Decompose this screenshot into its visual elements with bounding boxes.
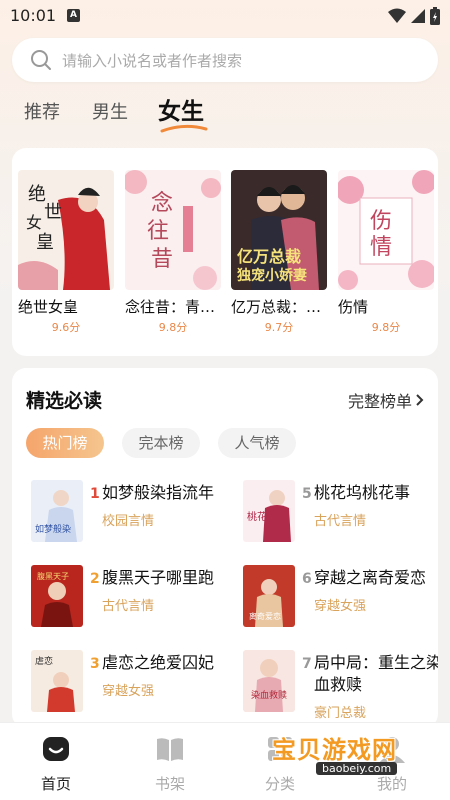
full-ranking-link[interactable]: 完整榜单 <box>348 388 424 412</box>
status-icons <box>388 7 440 25</box>
ranking-item[interactable]: 离奇爱恋 6 穿越之离奇爱恋 穿越女强 <box>238 565 438 635</box>
book-score: 9.6分 <box>51 321 81 334</box>
rank-number: 5 <box>302 486 312 502</box>
ranking-card: 精选必读 完整榜单 热门榜 完本榜 人气榜 如梦般染 1 如梦般染指流年 校园言… <box>12 368 438 728</box>
book-genre: 穿越女强 <box>314 599 367 614</box>
book-score: 9.8分 <box>158 321 188 334</box>
watermark-url: baobeiy.com <box>316 762 398 775</box>
svg-text:染血救赎: 染血救赎 <box>251 689 287 701</box>
book-name: 如梦般染指流年 <box>102 483 215 502</box>
book-score: 9.8分 <box>371 321 401 334</box>
svg-text:念: 念 <box>151 191 173 216</box>
featured-book[interactable]: 伤 情 伤情 9.8分 <box>338 170 434 335</box>
svg-text:离奇爱恋: 离奇爱恋 <box>249 611 281 621</box>
watermark: 宝贝游戏网 baobeiy.com <box>272 730 442 782</box>
book-genre: 豪门总裁 <box>314 706 367 721</box>
rank-number: 1 <box>90 486 100 502</box>
search-placeholder: 请输入小说名或者作者搜索 <box>62 51 243 70</box>
book-title: 念往昔：青… <box>125 298 216 316</box>
svg-text:皇: 皇 <box>36 232 54 253</box>
rank-number: 7 <box>302 656 312 672</box>
svg-text:独宠小娇妻: 独宠小娇妻 <box>237 267 307 284</box>
rank-number: 6 <box>302 571 312 587</box>
battery-icon <box>430 7 440 25</box>
svg-text:亿万总裁: 亿万总裁 <box>237 247 301 266</box>
svg-text:情: 情 <box>370 235 392 260</box>
book-name: 局中局：重生之染血救赎 <box>314 653 438 694</box>
featured-book[interactable]: 念 往 昔 念往昔：青… 9.8分 <box>125 170 221 335</box>
chevron-right-icon <box>416 394 424 406</box>
ranking-item[interactable]: 如梦般染 1 如梦般染指流年 校园言情 <box>26 480 232 550</box>
svg-text:桃花: 桃花 <box>247 510 267 523</box>
signal-icon <box>411 9 425 23</box>
book-name: 腹黑天子哪里跑 <box>102 568 215 587</box>
ranking-title: 精选必读 <box>26 390 103 412</box>
featured-book[interactable]: 绝 世 女 皇 绝世女皇 9.6分 <box>18 170 114 335</box>
nav-home[interactable]: 首页 <box>26 735 86 794</box>
book-icon <box>157 738 183 761</box>
status-time: 10:01 <box>10 6 57 25</box>
svg-text:如梦般染: 如梦般染 <box>35 523 71 535</box>
svg-text:腹黑天子: 腹黑天子 <box>37 571 69 581</box>
book-genre: 校园言情 <box>102 514 155 529</box>
wifi-icon <box>388 8 406 23</box>
search-icon <box>31 50 51 70</box>
book-genre: 穿越女强 <box>102 684 155 699</box>
book-title: 亿万总裁：… <box>231 298 322 316</box>
nav-bookshelf[interactable]: 书架 <box>140 735 200 794</box>
rank-number: 3 <box>90 656 100 672</box>
book-cover: 如梦般染 <box>31 480 83 542</box>
chip-popular[interactable]: 人气榜 <box>218 428 296 458</box>
book-cover: 绝 世 女 皇 <box>18 170 114 290</box>
svg-text:伤: 伤 <box>370 209 392 234</box>
book-cover: 伤 情 <box>338 170 434 290</box>
svg-text:虐恋: 虐恋 <box>35 655 53 667</box>
book-genre: 古代言情 <box>102 599 155 614</box>
book-cover: 亿万总裁 独宠小娇妻 <box>231 170 327 290</box>
search-bar[interactable]: 请输入小说名或者作者搜索 <box>12 38 438 82</box>
notification-icon: A <box>67 9 80 22</box>
chip-hot[interactable]: 热门榜 <box>26 428 104 458</box>
svg-text:往: 往 <box>147 219 169 244</box>
rank-number: 2 <box>90 571 100 587</box>
svg-text:世: 世 <box>44 202 62 223</box>
book-genre: 古代言情 <box>314 514 367 529</box>
book-title: 伤情 <box>338 298 369 316</box>
book-cover: 虐恋 <box>31 650 83 712</box>
home-icon <box>43 737 69 761</box>
book-cover: 念 往 昔 <box>125 170 221 290</box>
book-name: 虐恋之绝爱囚妃 <box>102 653 215 672</box>
tab-male[interactable]: 男生 <box>92 98 128 124</box>
chip-completed[interactable]: 完本榜 <box>122 428 200 458</box>
book-cover: 离奇爱恋 <box>243 565 295 627</box>
status-bar: 10:01 A <box>0 0 450 32</box>
svg-text:女: 女 <box>26 213 42 232</box>
svg-text:昔: 昔 <box>151 247 173 272</box>
nav-label: 书架 <box>154 775 185 793</box>
book-cover: 桃花 <box>243 480 295 542</box>
book-cover: 腹黑天子 <box>31 565 83 627</box>
full-ranking-label: 完整榜单 <box>347 392 412 411</box>
tab-female[interactable]: 女生 <box>158 92 204 126</box>
nav-label: 首页 <box>40 775 71 793</box>
tab-recommend[interactable]: 推荐 <box>24 98 60 124</box>
book-title: 绝世女皇 <box>18 298 79 316</box>
tab-underline-icon <box>160 124 208 133</box>
featured-books-card: 绝 世 女 皇 绝世女皇 9.6分 念 往 昔 念往昔：青… 9.8分 亿万总裁… <box>12 148 438 356</box>
ranking-item[interactable]: 腹黑天子 2 腹黑天子哪里跑 古代言情 <box>26 565 232 635</box>
ranking-item[interactable]: 桃花 5 桃花坞桃花事 古代言情 <box>238 480 438 550</box>
ranking-item[interactable]: 染血救赎 7 局中局：重生之染血救赎 豪门总裁 <box>238 650 438 721</box>
featured-book[interactable]: 亿万总裁 独宠小娇妻 亿万总裁：… 9.7分 <box>231 170 327 335</box>
category-tabs: 推荐 男生 女生 <box>0 92 450 134</box>
book-name: 桃花坞桃花事 <box>314 483 411 502</box>
book-name: 穿越之离奇爱恋 <box>314 568 427 587</box>
ranking-item[interactable]: 虐恋 3 虐恋之绝爱囚妃 穿越女强 <box>26 650 232 720</box>
book-score: 9.7分 <box>264 321 294 334</box>
watermark-text: 宝贝游戏网 <box>272 736 397 764</box>
book-cover: 染血救赎 <box>243 650 295 712</box>
